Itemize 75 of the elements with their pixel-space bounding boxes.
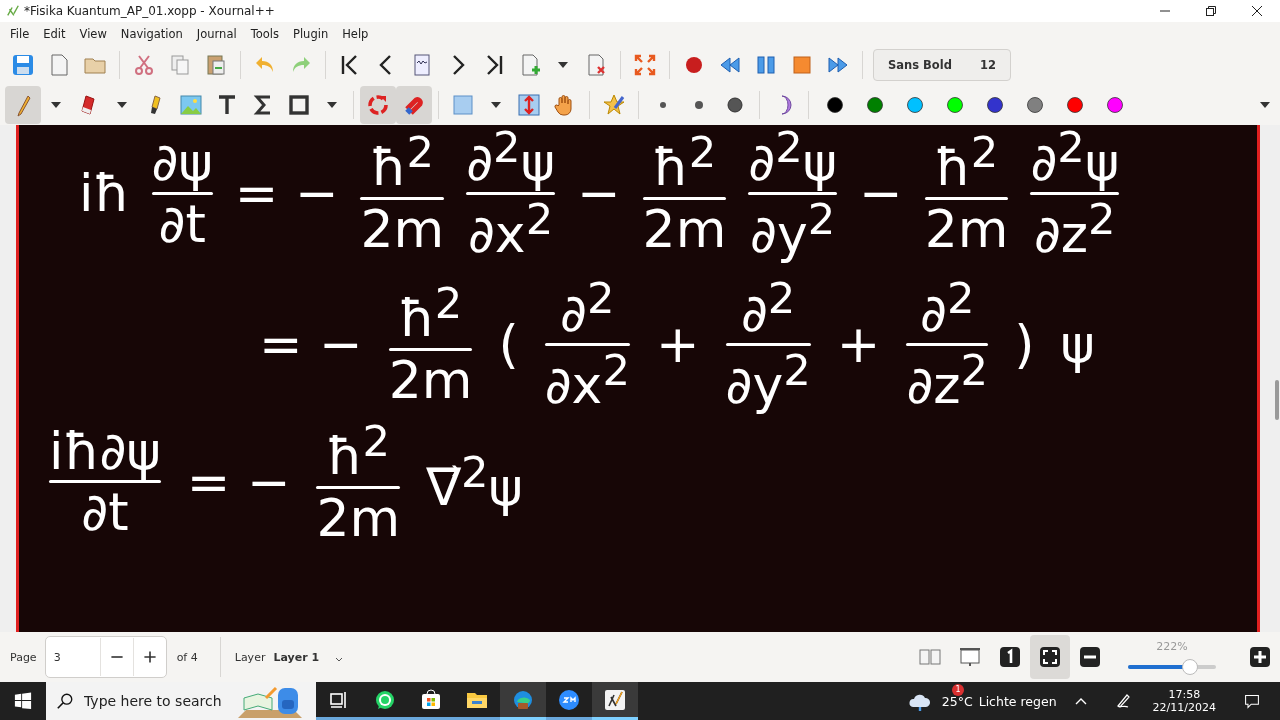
- menu-item[interactable]: Help: [335, 26, 376, 41]
- handwritten-numerator: ħ$^{2}$: [398, 281, 463, 346]
- weather-condition[interactable]: Lichte regen: [978, 693, 1057, 709]
- search-field[interactable]: Type here to search: [82, 692, 236, 710]
- meeting-app-icon: [557, 687, 581, 712]
- magnet-icon[interactable]: [396, 86, 432, 124]
- handwritten-denominator: 2m: [924, 202, 1009, 257]
- handwritten-denominator: ∂t: [158, 196, 206, 252]
- fraction-bar: [151, 191, 213, 195]
- clock-date[interactable]: 22/11/2024: [1152, 701, 1216, 714]
- handwritten-denominator: 2m: [388, 352, 473, 408]
- layer-name[interactable]: Layer 1: [273, 650, 320, 664]
- handwritten-denominator: 2m: [316, 490, 401, 546]
- menu-item[interactable]: Navigation: [113, 26, 190, 41]
- clock-time[interactable]: 17:58: [1168, 688, 1201, 701]
- taskbar-search-box[interactable]: Type here to search: [46, 682, 316, 720]
- handwritten-symbol: ∇⃗$^{2}$ψ: [426, 446, 523, 518]
- handwritten-symbol: = −: [259, 314, 363, 375]
- handwritten-numerator: ∂$^{2}$: [740, 275, 796, 341]
- taskbar-button[interactable]: [500, 682, 546, 720]
- handwritten-numerator: ∂$^{2}$ψ: [1030, 125, 1120, 190]
- handwritten-numerator: ħ$^{2}$: [326, 418, 391, 484]
- page-spinner[interactable]: 3: [44, 636, 167, 678]
- menu-item[interactable]: Tools: [243, 26, 286, 41]
- scrollbar[interactable]: [1275, 380, 1279, 420]
- zoom-slider[interactable]: [1128, 658, 1216, 675]
- handwritten-denominator: ∂t: [81, 485, 129, 541]
- handwritten-symbol: iħ: [79, 163, 130, 224]
- handwritten-symbol: −: [577, 163, 621, 224]
- window-title: *Fisika Kuantum_AP_01.xopp - Xournal++: [24, 4, 276, 18]
- handwritten-denominator: ∂z$^{2}$: [906, 347, 989, 413]
- handwritten-denominator: 2m: [642, 202, 727, 257]
- handwritten-numerator: ħ$^{2}$: [934, 130, 999, 196]
- handwritten-numerator: ∂$^{2}$ψ: [748, 125, 838, 190]
- temperature[interactable]: 25°C: [941, 693, 973, 709]
- menu-item[interactable]: Edit: [36, 26, 73, 41]
- handwritten-denominator: ∂y$^{2}$: [750, 196, 836, 262]
- handwritten-denominator: ∂x$^{2}$: [544, 347, 630, 413]
- handwritten-symbol: ψ: [1060, 314, 1095, 375]
- handwritten-symbol: (: [498, 314, 519, 375]
- menu-item[interactable]: Plugin: [286, 26, 336, 41]
- menu-item[interactable]: File: [3, 26, 37, 41]
- chevron-down-icon[interactable]: [335, 657, 344, 663]
- handwritten-numerator: ħ$^{2}$: [652, 130, 717, 196]
- page-label: Page: [10, 650, 37, 664]
- handwritten-numerator: ∂ψ: [151, 135, 213, 190]
- zoom-percentage: 222%: [1156, 639, 1188, 653]
- layer-label: Layer: [234, 650, 266, 664]
- handwritten-numerator: ∂$^{2}$: [920, 275, 975, 341]
- handwritten-symbol: −: [859, 163, 903, 224]
- taskbar-button[interactable]: [592, 682, 638, 720]
- handwritten-denominator: ∂z$^{2}$: [1033, 196, 1116, 262]
- handwritten-denominator: 2m: [360, 202, 445, 257]
- page-count: of 4: [176, 650, 198, 664]
- search-icon: [56, 692, 74, 710]
- handwritten-denominator: ∂y$^{2}$: [725, 347, 811, 413]
- handwritten-numerator: ∂$^{2}$ψ: [466, 125, 555, 190]
- app-icon: [6, 4, 20, 18]
- page-canvas[interactable]: [16, 125, 1260, 632]
- shopping-bag-icon: [419, 687, 443, 712]
- handwritten-symbol: +: [836, 314, 881, 375]
- handwritten-numerator: ħ$^{2}$: [370, 130, 435, 196]
- menu-item[interactable]: View: [72, 26, 114, 41]
- font-button[interactable]: Sans Bold 12: [873, 49, 1011, 81]
- handwritten-numerator: ∂$^{2}$: [560, 275, 615, 341]
- handwritten-numerator: iħ∂ψ: [49, 423, 161, 479]
- notebook-app-icon: [603, 687, 627, 712]
- handwritten-symbol: +: [655, 314, 700, 375]
- menu-item[interactable]: Journal: [189, 26, 244, 41]
- handwritten-denominator: ∂x$^{2}$: [467, 196, 554, 262]
- handwritten-symbol: = −: [186, 451, 291, 512]
- handwritten-symbol: ): [1014, 314, 1035, 375]
- handwritten-symbol: = −: [234, 163, 339, 224]
- notification-badge: 1: [952, 684, 964, 696]
- fit-page-icon[interactable]: [1030, 635, 1070, 679]
